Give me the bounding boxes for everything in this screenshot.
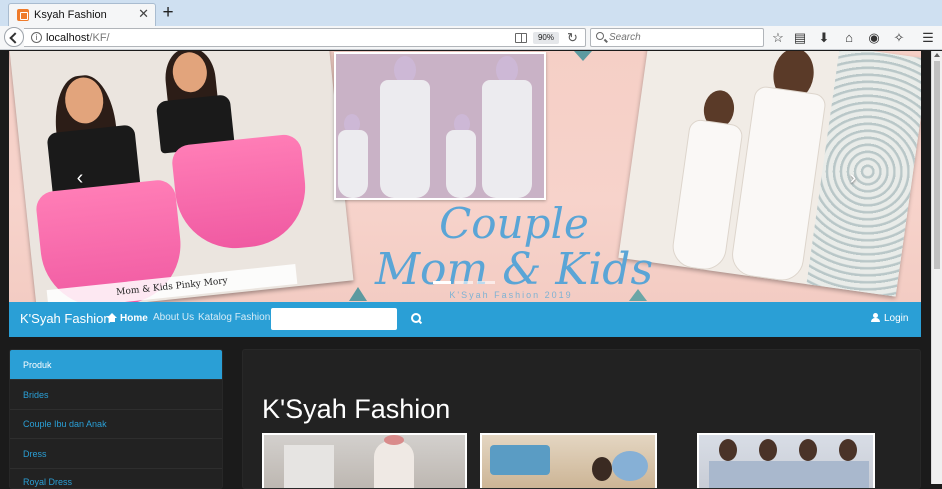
browser-toolbar: i localhost/KF/ 90% ↻ ☆ ▤ ⬇ ⌂ ◉ ✧ ☰ <box>0 26 942 50</box>
carousel-heading-line1: Couple <box>439 199 589 248</box>
tab-title: Ksyah Fashion <box>34 9 107 21</box>
carousel-indicator[interactable] <box>455 281 473 284</box>
carousel-photo-white-gowns <box>618 51 921 297</box>
carousel-photo-couple-dresses <box>334 52 546 200</box>
page-title: K'Syah Fashion <box>262 394 451 424</box>
hero-carousel[interactable]: Mom & Kids Pinky Mory Couple Mom & Kids … <box>9 51 921 302</box>
product-thumbnail[interactable] <box>480 433 657 488</box>
new-tab-button[interactable]: + <box>158 3 178 23</box>
browser-search-bar[interactable] <box>590 28 764 47</box>
sidebar-item-produk[interactable]: Produk <box>10 350 222 380</box>
bookmark-star-icon[interactable]: ☆ <box>770 30 786 46</box>
back-button[interactable] <box>4 27 24 47</box>
product-thumbnail[interactable] <box>697 433 875 488</box>
extension-icon[interactable]: ✧ <box>891 30 907 46</box>
browser-tabstrip: Ksyah Fashion ✕ + <box>0 0 942 26</box>
site-brand[interactable]: K'Syah Fashion <box>20 311 111 326</box>
carousel-heading: Couple Mom & Kids <box>369 201 659 293</box>
main-content-panel: K'Syah Fashion <box>242 349 921 489</box>
leaf-decoration <box>349 287 367 301</box>
web-page: Mom & Kids Pinky Mory Couple Mom & Kids … <box>0 51 931 489</box>
url-path: /KF/ <box>89 32 110 44</box>
sidebar-item-couple[interactable]: Couple Ibu dan Anak <box>10 409 222 439</box>
sidebar-item-royal-dress[interactable]: Royal Dress <box>10 467 222 488</box>
reload-icon[interactable]: ↻ <box>567 31 578 45</box>
scroll-up-arrow-icon[interactable] <box>934 53 940 57</box>
site-navbar: K'Syah Fashion Home About Us Katalog Fas… <box>9 302 921 337</box>
carousel-photo-mom-kids-pink <box>9 51 354 302</box>
nav-katalog-dropdown[interactable]: Katalog Fashion <box>198 312 280 323</box>
nav-login-link[interactable]: Login <box>871 312 908 324</box>
url-host: localhost <box>46 32 90 44</box>
xampp-favicon-icon <box>17 9 29 21</box>
carousel-indicator[interactable] <box>477 281 495 284</box>
nav-home-label: Home <box>120 313 148 324</box>
sidebar-item-brides[interactable]: Brides <box>10 380 222 410</box>
browser-search-input[interactable] <box>609 30 759 45</box>
carousel-next-chevron-icon[interactable]: › <box>842 167 864 189</box>
url-text: localhost/KF/ <box>46 32 110 44</box>
product-thumbnail[interactable] <box>262 433 467 488</box>
url-bar[interactable]: i localhost/KF/ 90% ↻ <box>24 28 586 47</box>
browser-tab[interactable]: Ksyah Fashion ✕ <box>8 3 156 26</box>
site-search-input[interactable] <box>271 308 397 330</box>
close-icon[interactable]: ✕ <box>138 7 149 21</box>
user-icon <box>871 313 880 322</box>
nav-katalog-label: Katalog Fashion <box>198 312 271 323</box>
reader-view-icon[interactable] <box>515 33 527 43</box>
category-sidebar: Produk Brides Couple Ibu dan Anak Dress … <box>9 349 223 489</box>
nav-about-link[interactable]: About Us <box>153 312 194 323</box>
pocket-icon[interactable]: ◉ <box>866 30 882 46</box>
info-icon[interactable]: i <box>31 32 42 43</box>
carousel-indicator-active[interactable] <box>433 281 451 284</box>
clipboard-icon[interactable]: ▤ <box>792 30 808 46</box>
nav-login-label: Login <box>884 313 909 324</box>
carousel-footer-text: K'Syah Fashion 2019 <box>449 290 573 300</box>
home-icon <box>107 313 117 322</box>
carousel-heading-line2: Mom & Kids <box>374 244 654 295</box>
zoom-level-badge[interactable]: 90% <box>533 32 559 44</box>
scrollbar-thumb[interactable] <box>934 61 940 269</box>
home-icon[interactable]: ⌂ <box>841 30 857 46</box>
carousel-prev-chevron-icon[interactable]: ‹ <box>69 167 91 189</box>
download-icon[interactable]: ⬇ <box>816 30 832 46</box>
leaf-decoration <box>574 51 592 61</box>
sidebar-item-dress[interactable]: Dress <box>10 439 222 469</box>
menu-icon[interactable]: ☰ <box>920 30 936 46</box>
search-icon[interactable] <box>411 313 421 323</box>
search-icon <box>596 32 604 40</box>
page-scrollbar[interactable] <box>931 51 942 484</box>
nav-home-link[interactable]: Home <box>107 312 148 324</box>
